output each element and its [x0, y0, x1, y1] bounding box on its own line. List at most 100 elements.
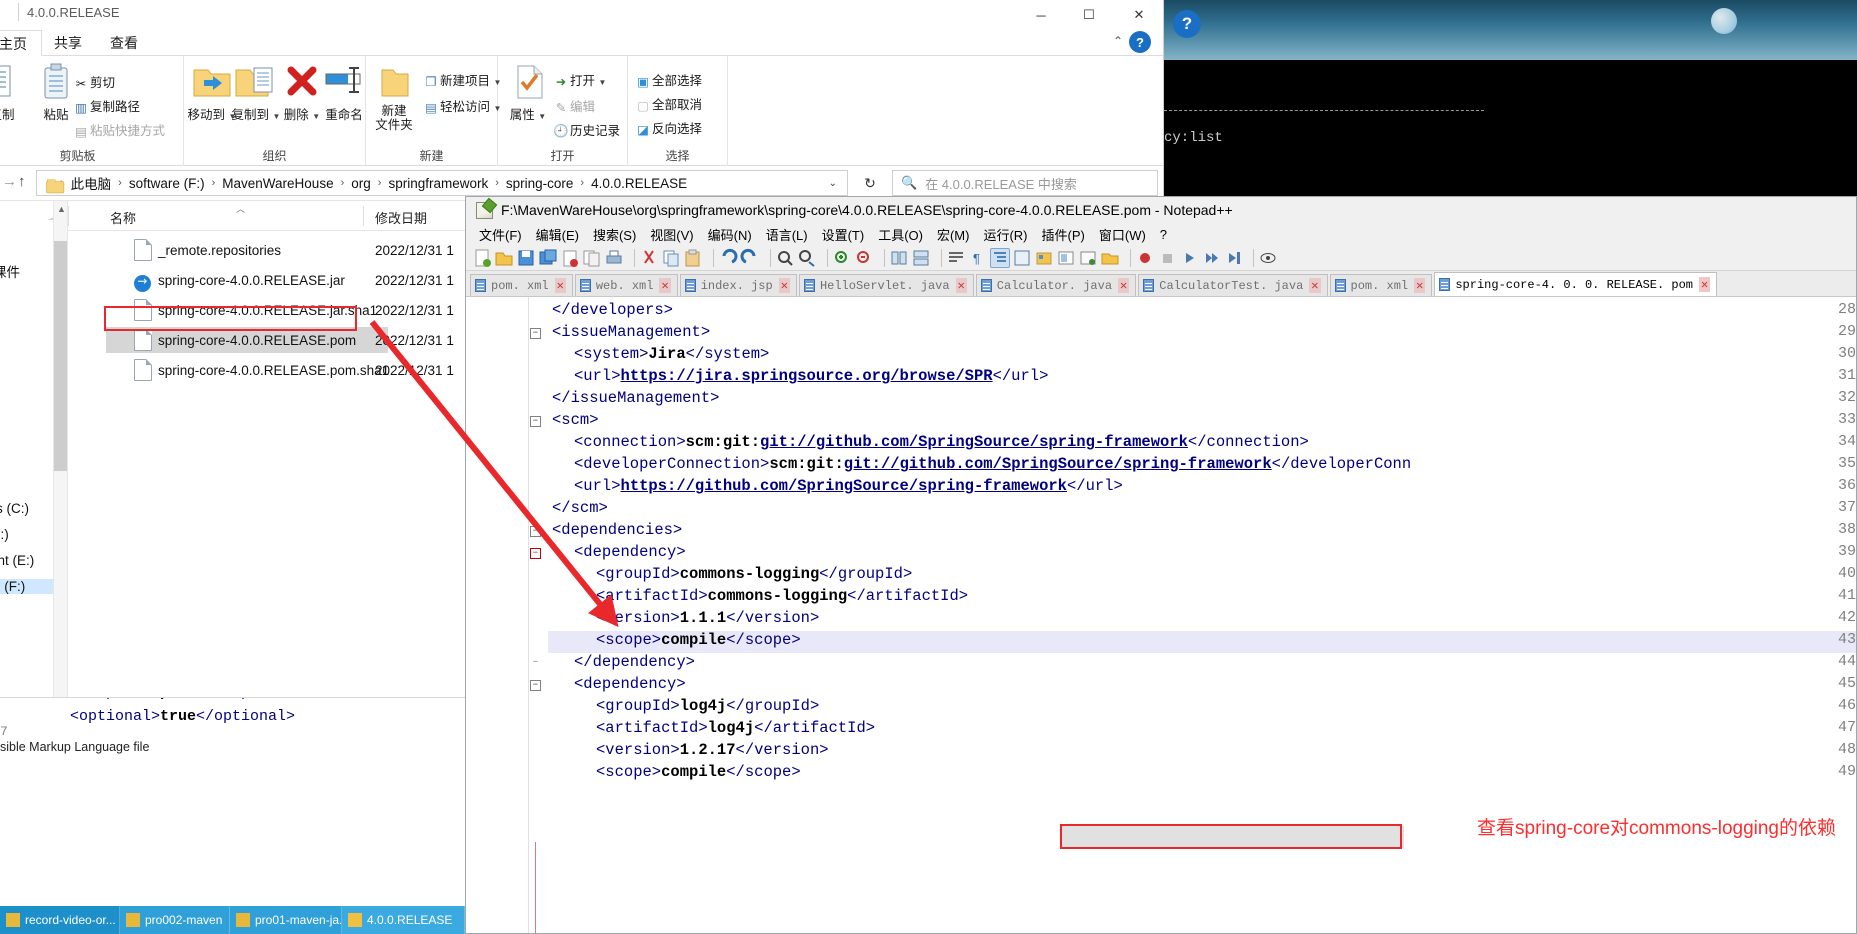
column-header-name[interactable]: 名称 — [110, 208, 136, 227]
menu-tools[interactable]: 工具(O) — [871, 225, 930, 244]
navigation-pane[interactable]: 📌 ...ven ...ven ...ven课件 ...目 ...脑 ...对象… — [0, 201, 68, 756]
breadcrumb-3[interactable]: org — [349, 176, 373, 191]
help-badge-desktop[interactable]: ? — [1173, 10, 1201, 38]
breadcrumb-0[interactable]: 此电脑 — [69, 173, 114, 193]
doc-tab-4[interactable]: Calculator. java ✕ — [975, 274, 1137, 296]
new-file-icon[interactable] — [472, 248, 492, 268]
ribbon-edit-button[interactable]: ✎ 编辑 — [552, 96, 595, 115]
play-macro-icon[interactable] — [1179, 248, 1199, 268]
ribbon-paste-shortcut-button[interactable]: ▤ 粘贴快捷方式 — [72, 120, 165, 139]
breadcrumb-5[interactable]: spring-core — [504, 176, 576, 191]
doc-tab-5[interactable]: CalculatorTest. java ✕ — [1138, 274, 1328, 296]
ribbon-history-button[interactable]: 🕘历史记录 — [552, 120, 620, 139]
doc-map-icon[interactable] — [1056, 248, 1076, 268]
close-button[interactable]: ✕ — [1116, 0, 1162, 30]
save-icon[interactable] — [516, 248, 536, 268]
minimize-button[interactable]: ─ — [1018, 0, 1064, 30]
close-icon[interactable]: ✕ — [955, 278, 967, 293]
up-button[interactable]: ↑ — [18, 173, 26, 190]
ribbon-select-none-button[interactable]: ▢ 全部取消 — [634, 94, 702, 113]
menu-help[interactable]: ? — [1153, 227, 1174, 242]
ribbon-select-all-button[interactable]: ▣ 全部选择 — [634, 70, 702, 89]
code-line[interactable]: <groupId>log4j</groupId> — [596, 697, 819, 715]
file-name[interactable]: spring-core-4.0.0.RELEASE.pom.sha1 — [158, 363, 389, 378]
close-icon[interactable]: ✕ — [1414, 278, 1426, 293]
save-all-icon[interactable] — [538, 248, 558, 268]
code-line[interactable]: <scope>compile</scope> — [596, 763, 801, 781]
cut-icon[interactable] — [639, 248, 659, 268]
code-line[interactable]: </scm> — [552, 499, 608, 517]
code-line[interactable]: </issueManagement> — [552, 389, 719, 407]
taskbar-item-0[interactable]: record-video-or... — [0, 906, 120, 934]
quick-access-toolbar-caret-icon[interactable]: ⌄ — [0, 6, 1, 19]
doc-tab-0[interactable]: pom. xml ✕ — [470, 274, 573, 296]
open-file-icon[interactable] — [494, 248, 514, 268]
tab-view[interactable]: 查看 — [96, 30, 152, 56]
menu-window[interactable]: 窗口(W) — [1092, 225, 1153, 244]
code-line[interactable]: <dependencies> — [552, 521, 682, 539]
stop-macro-icon[interactable] — [1157, 248, 1177, 268]
refresh-button[interactable]: ↻ — [856, 170, 884, 196]
code-line[interactable]: <groupId>commons-logging</groupId> — [596, 565, 912, 583]
sync-scroll-h-icon[interactable] — [911, 248, 931, 268]
ribbon-cut-button[interactable]: ✂ 剪切 — [72, 72, 115, 91]
record-macro-icon[interactable] — [1135, 248, 1155, 268]
nav-item-11[interactable]: ...dows (C:) — [0, 501, 29, 516]
breadcrumb-6[interactable]: 4.0.0.RELEASE — [589, 176, 689, 191]
close-icon[interactable]: ✕ — [778, 278, 790, 293]
address-dropdown-icon[interactable]: ⌄ — [829, 178, 841, 189]
close-icon[interactable]: ✕ — [659, 278, 671, 293]
redo-icon[interactable] — [740, 248, 760, 268]
undo-icon[interactable] — [718, 248, 738, 268]
ribbon-invert-selection-button[interactable]: ◪ 反向选择 — [634, 118, 702, 137]
taskbar-item-1[interactable]: pro002-maven — [120, 906, 230, 934]
ribbon-easy-access-button[interactable]: ▤ 轻松访问 ▼ — [422, 96, 501, 115]
code-line[interactable]: </dependency> — [574, 653, 695, 671]
menu-run[interactable]: 运行(R) — [976, 225, 1034, 244]
fold-collapse-icon[interactable]: − — [530, 548, 541, 559]
close-file-icon[interactable] — [560, 248, 580, 268]
close-icon[interactable]: ✕ — [1699, 277, 1711, 292]
breadcrumb-2[interactable]: MavenWareHouse — [220, 176, 335, 191]
menu-edit[interactable]: 编辑(E) — [529, 225, 586, 244]
column-header-date[interactable]: 修改日期 — [375, 208, 427, 227]
ribbon-open-button[interactable]: ➜ 打开 ▼ — [552, 70, 607, 89]
tab-share[interactable]: 共享 — [40, 30, 96, 56]
doc-tab-3[interactable]: HelloServlet. java ✕ — [798, 274, 974, 296]
code-line[interactable]: <version>1.2.17</version> — [596, 741, 829, 759]
ribbon-new-item-button[interactable]: ❐ 新建项目 ▼ — [422, 70, 501, 89]
preview-icon[interactable] — [1258, 248, 1278, 268]
nav-item-13[interactable]: ...ument (E:) — [0, 553, 34, 568]
code-line[interactable]: <version>1.1.1</version> — [596, 609, 819, 627]
taskbar-item-2[interactable]: pro01-maven-ja... — [230, 906, 342, 934]
collapse-ribbon-icon[interactable]: ⌃ — [1113, 34, 1123, 48]
find-icon[interactable] — [775, 248, 795, 268]
indent-guide-icon[interactable] — [990, 247, 1010, 268]
code-line[interactable]: <scm> — [552, 411, 599, 429]
copy-icon[interactable] — [661, 248, 681, 268]
file-name[interactable]: spring-core-4.0.0.RELEASE.jar — [158, 273, 345, 288]
close-icon[interactable]: ✕ — [1309, 278, 1321, 293]
menu-settings[interactable]: 设置(T) — [815, 225, 872, 244]
menu-view[interactable]: 视图(V) — [643, 225, 700, 244]
search-input[interactable]: 🔍 在 4.0.0.RELEASE 中搜索 — [892, 170, 1158, 196]
chevron-down-icon[interactable]: ▼ — [538, 112, 546, 121]
code-line[interactable]: <developerConnection>scm:git:git://githu… — [574, 455, 1411, 473]
menu-encoding[interactable]: 编码(N) — [701, 225, 759, 244]
scroll-up-icon[interactable]: ▲ — [57, 204, 66, 214]
ribbon-rename-button[interactable]: 重命名 — [316, 62, 372, 123]
paste-icon[interactable] — [683, 248, 703, 268]
replace-icon[interactable] — [797, 248, 817, 268]
doc-tab-2[interactable]: index. jsp ✕ — [679, 274, 797, 296]
fold-collapse-icon[interactable]: − — [530, 416, 541, 427]
nav-scrollbar-thumb[interactable] — [54, 241, 67, 471]
code-line[interactable]: <dependency> — [574, 675, 686, 693]
menu-search[interactable]: 搜索(S) — [586, 225, 643, 244]
nav-item-2[interactable]: ...ven课件 — [0, 261, 20, 281]
menu-language[interactable]: 语言(L) — [759, 225, 815, 244]
tab-home[interactable]: 主页 — [0, 30, 42, 56]
code-line[interactable]: <dependency> — [574, 543, 686, 561]
folder-workspace-icon[interactable] — [1100, 248, 1120, 268]
chevron-down-icon[interactable]: ▼ — [599, 78, 607, 87]
doc-tab-7-active[interactable]: spring-core-4. 0. 0. RELEASE. pom ✕ — [1434, 272, 1718, 296]
